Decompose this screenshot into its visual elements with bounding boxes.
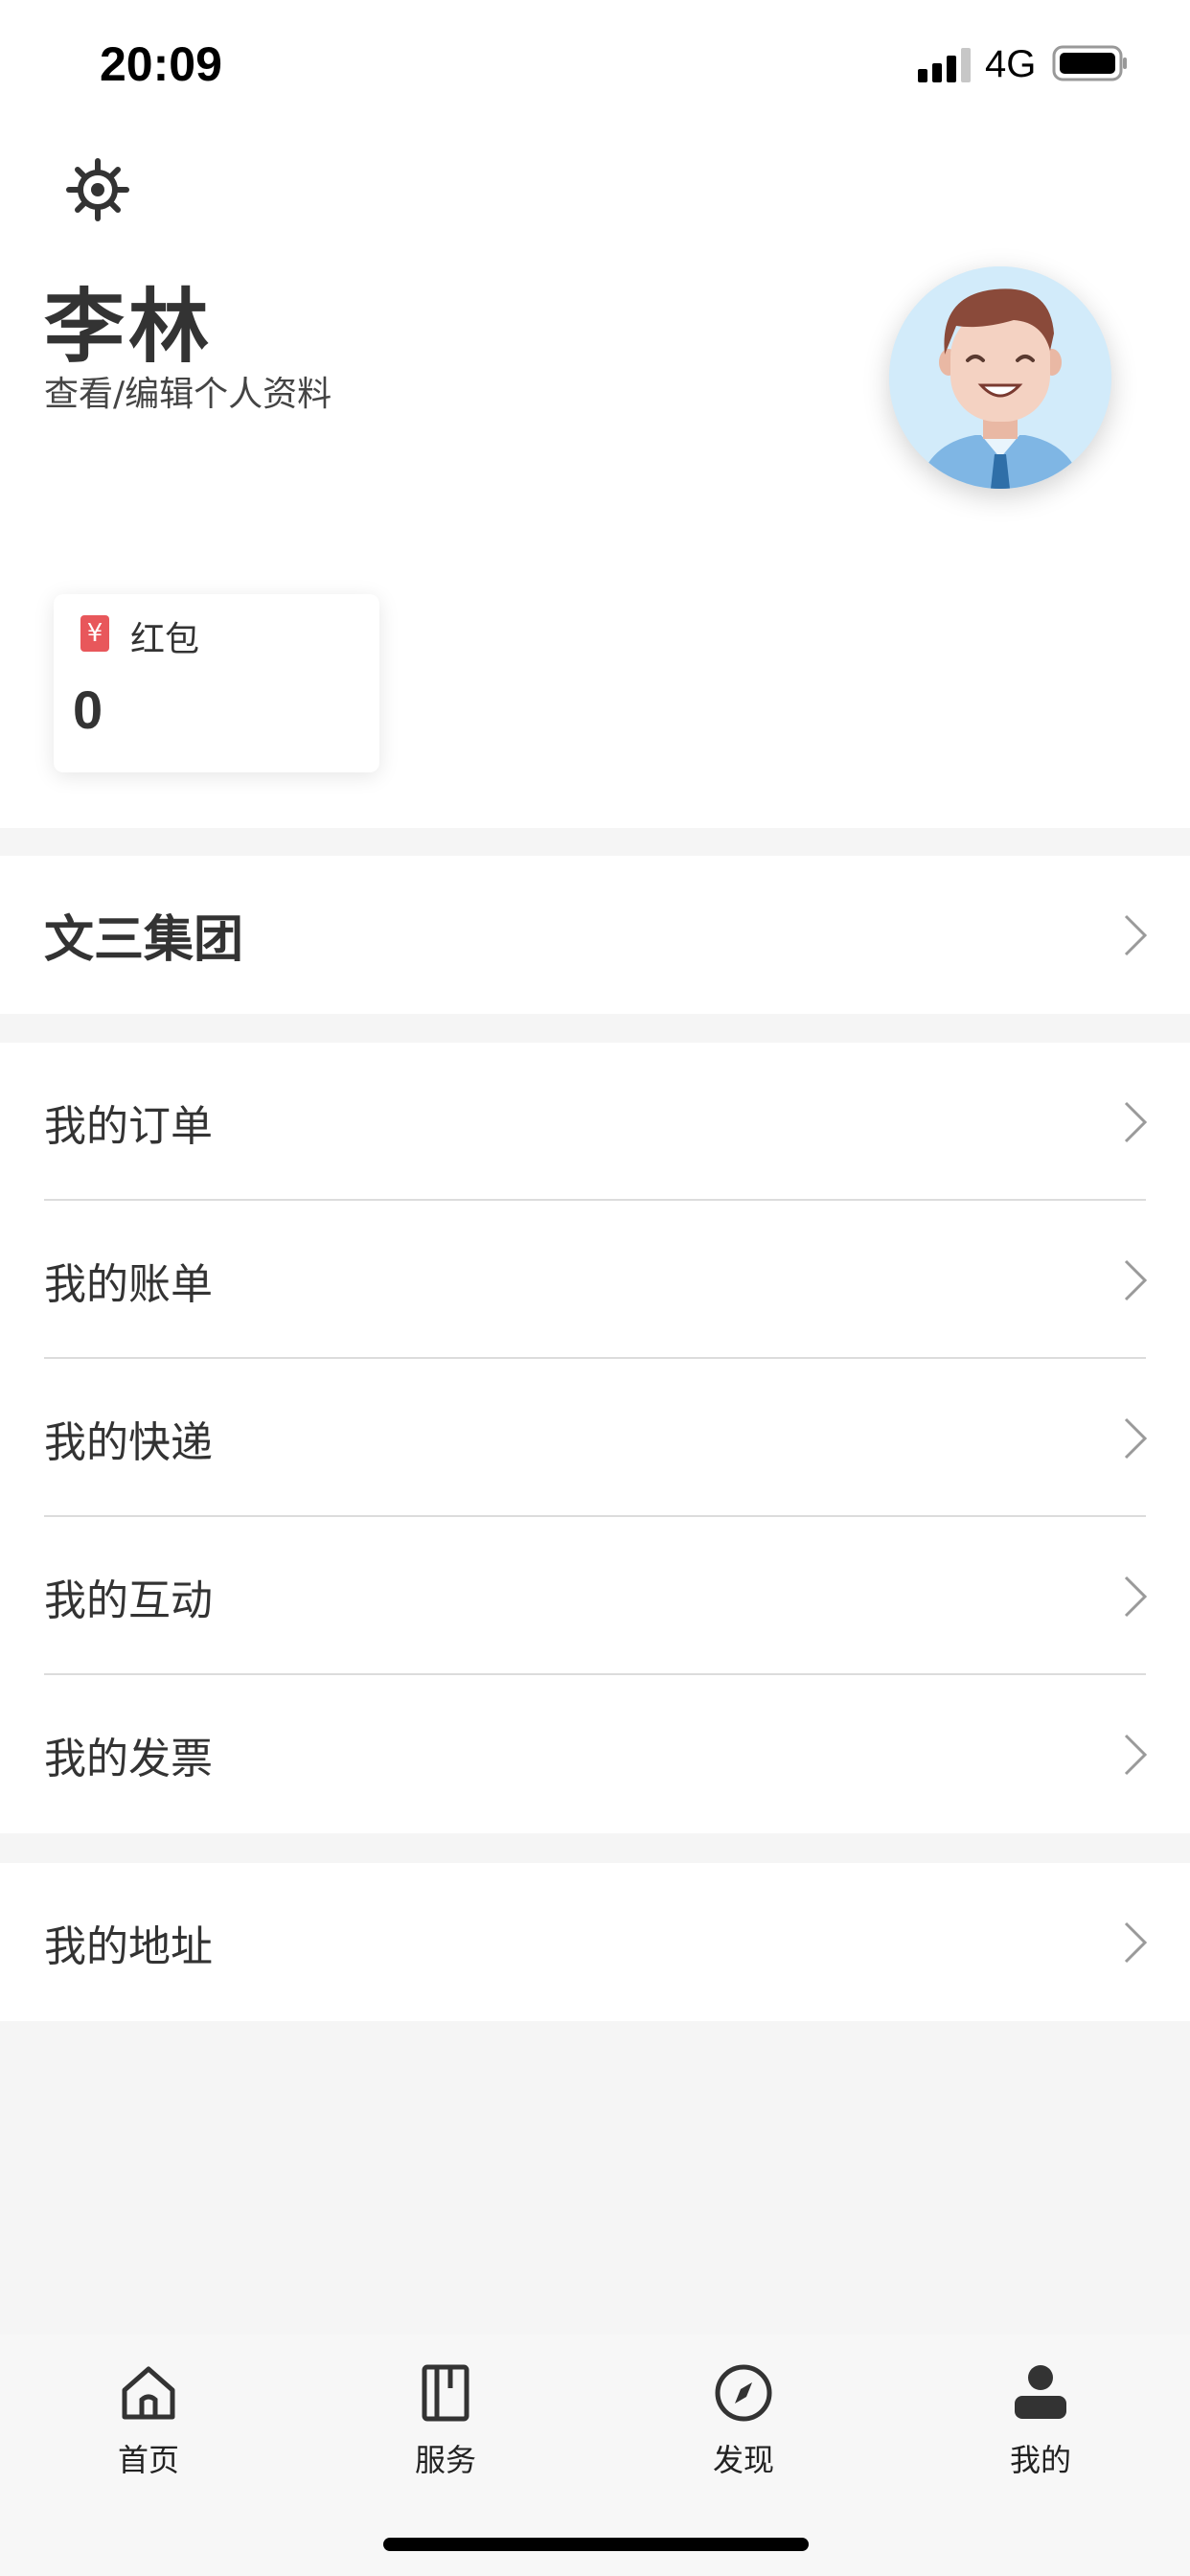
address-group: 我的地址 [0, 1863, 1190, 2021]
hongbao-value: 0 [73, 679, 103, 740]
chevron-right-icon [1124, 1259, 1148, 1301]
menu-item-label: 我的订单 [44, 1101, 213, 1151]
tab-label: 发现 [712, 2442, 774, 2478]
menu-item-orders[interactable]: 我的订单 [0, 1043, 1190, 1201]
profile-header: 李林 查看/编辑个人资料 ¥ 红包 0 [0, 128, 1190, 828]
battery-icon [1052, 45, 1127, 81]
menu-item-address[interactable]: 我的地址 [0, 1863, 1190, 2021]
hongbao-card[interactable]: ¥ 红包 0 [54, 594, 379, 772]
status-bar: 20:09 4G [0, 0, 1190, 128]
chevron-right-icon [1124, 1734, 1148, 1776]
tab-home[interactable]: 首页 [53, 2361, 244, 2480]
menu-item-interactions[interactable]: 我的互动 [0, 1517, 1190, 1675]
menu-item-label: 我的快递 [44, 1417, 213, 1467]
tab-services[interactable]: 服务 [350, 2361, 541, 2480]
chevron-right-icon [1124, 1921, 1148, 1964]
company-name: 文三集团 [44, 911, 244, 969]
company-group: 文三集团 [0, 856, 1190, 1014]
avatar-illustration [889, 266, 1111, 489]
book-icon [422, 2364, 469, 2422]
company-row[interactable]: 文三集团 [0, 856, 1190, 1014]
hongbao-label: 红包 [130, 620, 200, 659]
edit-profile-link[interactable]: 查看/编辑个人资料 [44, 366, 332, 416]
menu-group: 我的订单 我的账单 我的快递 我的互动 我的发票 [0, 1043, 1190, 1833]
menu-item-bills[interactable]: 我的账单 [0, 1201, 1190, 1359]
tab-discover[interactable]: 发现 [648, 2361, 839, 2480]
menu-item-label: 我的账单 [44, 1259, 213, 1309]
user-name[interactable]: 李林 [44, 263, 213, 379]
chevron-right-icon [1124, 914, 1148, 956]
compass-icon [715, 2364, 772, 2422]
gear-icon[interactable] [63, 155, 132, 224]
menu-item-label: 我的地址 [44, 1921, 213, 1971]
home-icon [122, 2366, 175, 2420]
user-icon [1015, 2365, 1066, 2419]
home-indicator [383, 2538, 809, 2551]
chevron-right-icon [1124, 1101, 1148, 1143]
menu-item-label: 我的发票 [44, 1734, 213, 1783]
tab-label: 服务 [414, 2442, 476, 2478]
menu-item-invoices[interactable]: 我的发票 [0, 1675, 1190, 1833]
chevron-right-icon [1124, 1576, 1148, 1618]
signal-icon [918, 48, 971, 82]
avatar[interactable] [889, 266, 1111, 489]
status-time: 20:09 [100, 37, 222, 91]
chevron-right-icon [1124, 1417, 1148, 1460]
menu-item-express[interactable]: 我的快递 [0, 1359, 1190, 1517]
yuan-icon: ¥ [80, 615, 109, 652]
tab-label: 首页 [117, 2442, 179, 2478]
menu-item-label: 我的互动 [44, 1576, 213, 1625]
network-type: 4G [985, 43, 1037, 85]
tab-label: 我的 [1009, 2442, 1071, 2478]
tab-mine[interactable]: 我的 [945, 2361, 1136, 2480]
